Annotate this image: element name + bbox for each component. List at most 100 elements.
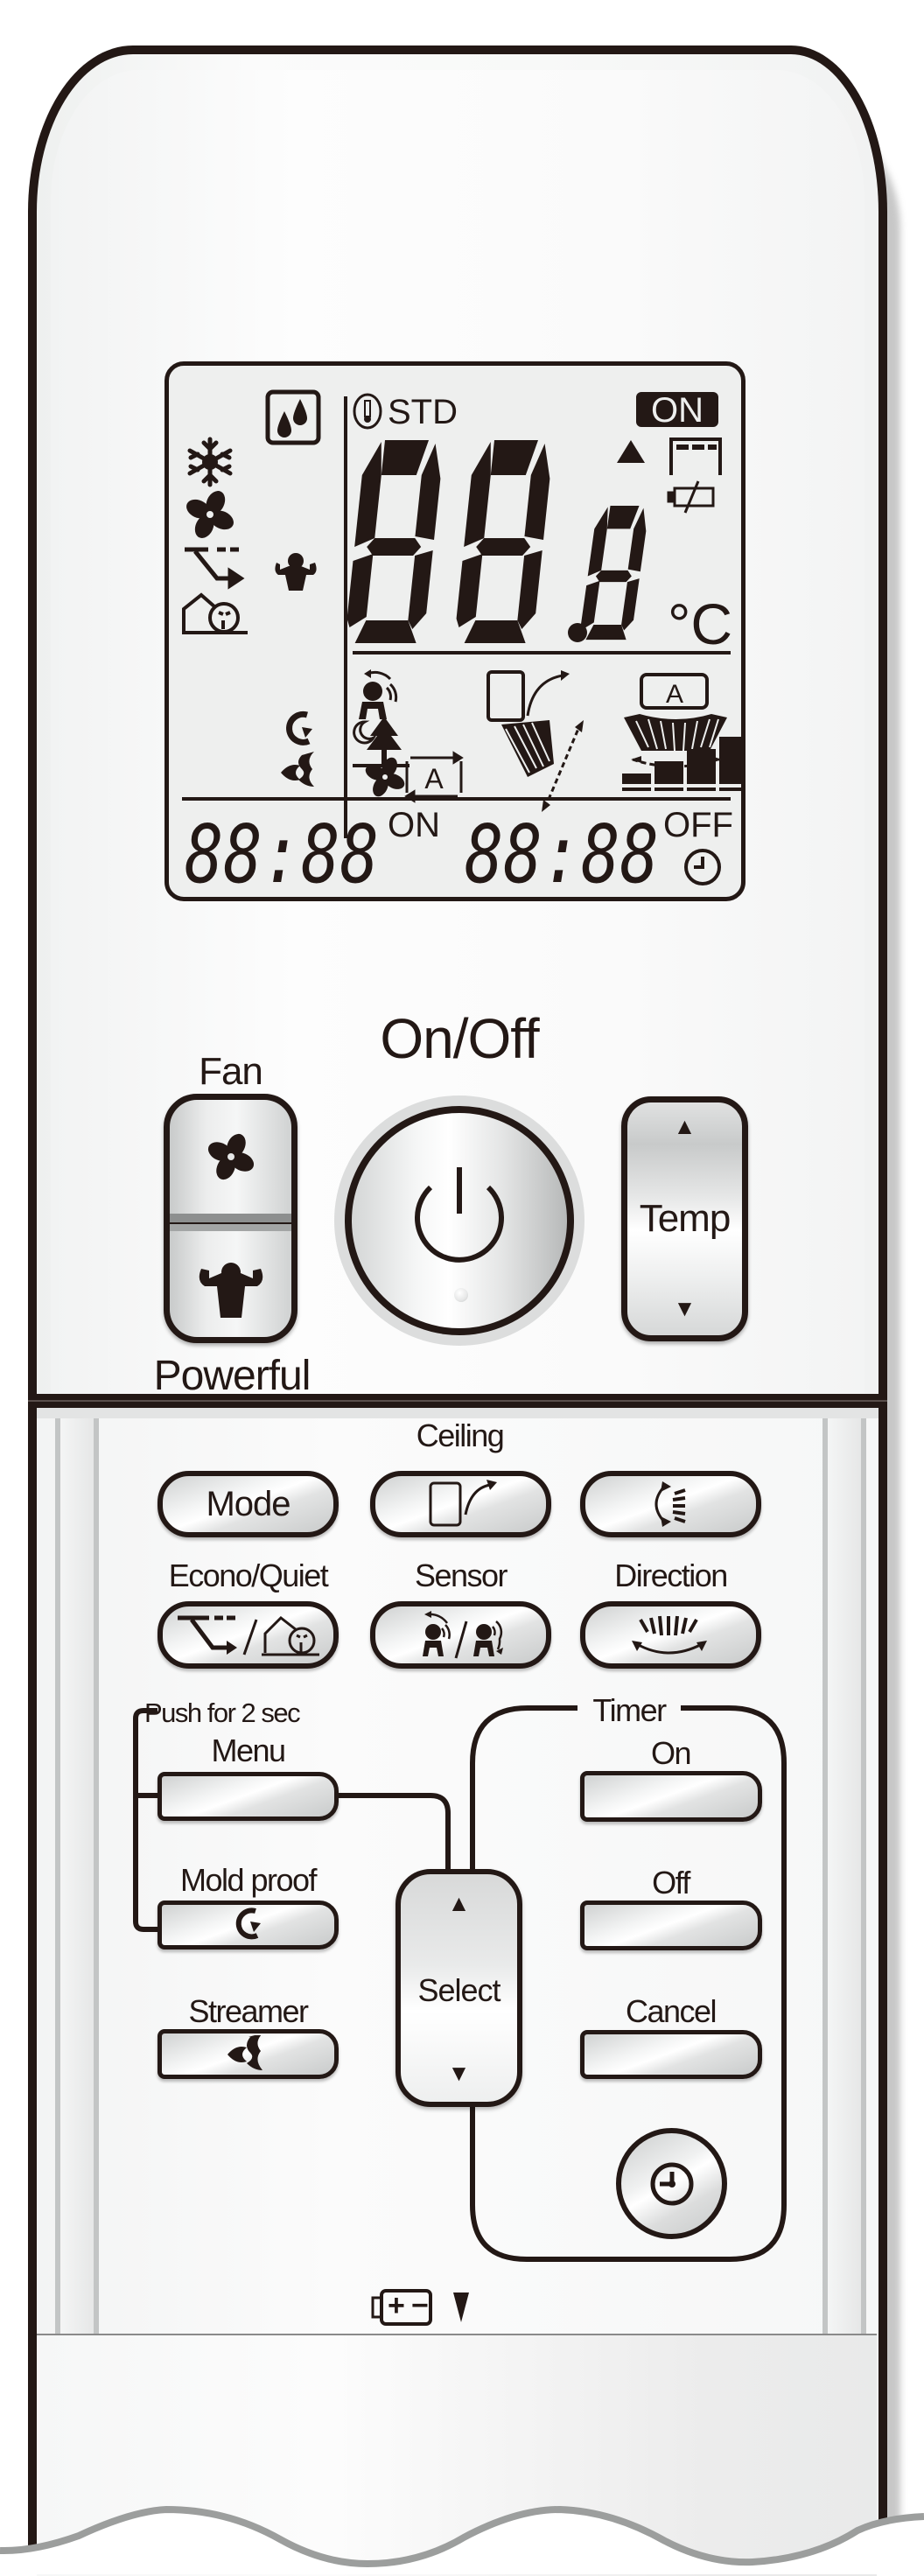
temperature-unit: °C (668, 592, 732, 656)
select-up-button[interactable]: ▲ (401, 1890, 517, 1917)
on-off-label: On/Off (380, 1007, 539, 1070)
left-rail (60, 1408, 94, 2334)
timer-label: Timer (592, 1692, 667, 1728)
temp-label: Temp (639, 1197, 732, 1240)
battery-direction-indicator: + − (362, 2286, 528, 2329)
powerful-icon (199, 1262, 262, 1318)
fan-speed-bar-underline (622, 788, 651, 791)
fan-speed-bar-underline (687, 788, 716, 791)
comfort-sleep-icon (353, 717, 410, 767)
fan-powerful-rocker (164, 1094, 298, 1343)
sensor-button[interactable] (370, 1601, 551, 1669)
streamer-label: Streamer (188, 1993, 309, 2029)
timer-off-label: Off (652, 1865, 690, 1900)
power-led (454, 1288, 468, 1302)
econo-quiet-label: Econo/Quiet (168, 1558, 329, 1593)
mold-proof-icon (286, 710, 312, 746)
quiet-icon (182, 592, 248, 634)
push-for-2-sec-label: Push for 2 sec (144, 1698, 301, 1728)
weekly-timer-button[interactable] (616, 2128, 727, 2239)
mold-proof-label: Mold proof (179, 1862, 318, 1898)
timer-off-digits: 88:88 (465, 808, 659, 897)
vertical-swing-icon (654, 1481, 686, 1527)
econo-icon (185, 547, 245, 590)
sensor-icon (422, 1610, 503, 1658)
temp-up-button[interactable]: ▲ (627, 1113, 742, 1140)
ceiling-airflow-icon (429, 1480, 497, 1527)
ceiling-button[interactable] (370, 1471, 551, 1537)
timer-on-digits: 88:88 (185, 808, 379, 897)
left-rail-edge (55, 1408, 60, 2334)
left-rail-edge (94, 1408, 99, 2334)
clock-icon (650, 2162, 693, 2205)
ceiling-label: Ceiling (416, 1418, 505, 1453)
timer-on-label: ON (388, 806, 440, 844)
select-button[interactable]: ▲ Select ▼ (396, 1869, 522, 2107)
temp-down-button[interactable]: ▼ (627, 1295, 742, 1322)
timer-off-label: OFF (663, 806, 733, 844)
right-rail-edge (822, 1408, 828, 2334)
on-badge: ON (651, 391, 704, 430)
on-off-button[interactable] (345, 1106, 574, 1335)
auto-fan-label: A (424, 763, 444, 794)
fan-speed-bar (622, 774, 651, 784)
fan-speed-bar (654, 761, 683, 784)
right-rail-edge (861, 1408, 866, 2334)
select-label: Select (417, 1972, 500, 2008)
clock-icon (684, 849, 721, 886)
fan-button[interactable] (170, 1100, 291, 1222)
direction-auto-label: A (666, 680, 683, 709)
section-divider (28, 1394, 887, 1408)
horizontal-swing-icon (631, 1615, 707, 1654)
fan-speed-bar (687, 749, 716, 784)
fan-mode-icon (186, 491, 234, 538)
swing-button[interactable] (580, 1471, 761, 1537)
lcd-display: STD ON °C A A 88:88 ON 88:88 OFF (164, 361, 746, 901)
direction-label: Direction (614, 1558, 728, 1593)
std-label: STD (388, 393, 458, 431)
cancel-label: Cancel (625, 1993, 718, 2029)
menu-button[interactable] (158, 1772, 339, 1821)
mold-proof-icon (235, 1908, 261, 1940)
fan-speed-bar (719, 737, 741, 784)
powerful-label: Powerful (153, 1353, 312, 1399)
powerful-button[interactable] (170, 1224, 291, 1337)
battery-low-indicator (667, 480, 715, 514)
mold-proof-button[interactable] (158, 1900, 339, 1950)
temp-up-indicator (617, 440, 645, 463)
timer-on-label: On (650, 1735, 692, 1771)
mode-label: Mode (206, 1484, 290, 1523)
econo-quiet-icon (177, 1615, 319, 1656)
powerful-icon (275, 553, 317, 591)
battery-minus: − (411, 2289, 429, 2322)
fan-speed-bar-underline (719, 788, 741, 791)
temperature-digits (346, 440, 647, 643)
streamer-button[interactable] (158, 2029, 339, 2079)
battery-plus: + (388, 2289, 405, 2322)
fan-icon (207, 1133, 254, 1180)
fan-speed-bar-underline (654, 788, 683, 791)
cancel-button[interactable] (580, 2030, 762, 2079)
streamer-icon (281, 752, 314, 787)
sensor-label: Sensor (414, 1558, 508, 1593)
thermometer-icon (353, 393, 382, 430)
drops-icon (265, 389, 321, 445)
ceiling-swing-icon (486, 670, 584, 812)
bracket-indicator (669, 438, 722, 475)
timer-on-button[interactable] (580, 1771, 762, 1822)
timer-off-button[interactable] (580, 1900, 762, 1950)
mode-button[interactable]: Mode (158, 1471, 339, 1537)
sensor-icon (359, 669, 398, 719)
econo-quiet-button[interactable] (158, 1601, 339, 1669)
direction-button[interactable] (580, 1601, 761, 1669)
streamer-icon (227, 2034, 262, 2070)
battery-arrow-icon (453, 2292, 469, 2322)
temp-button[interactable]: ▲ Temp ▼ (621, 1096, 748, 1341)
fan-label: Fan (199, 1050, 263, 1093)
right-rail (828, 1408, 861, 2334)
fan-speed-icon (365, 757, 405, 797)
cut-edge (0, 2505, 924, 2574)
snowflake-icon (187, 437, 233, 487)
menu-label: Menu (211, 1732, 286, 1768)
select-down-button[interactable]: ▼ (401, 2060, 517, 2087)
